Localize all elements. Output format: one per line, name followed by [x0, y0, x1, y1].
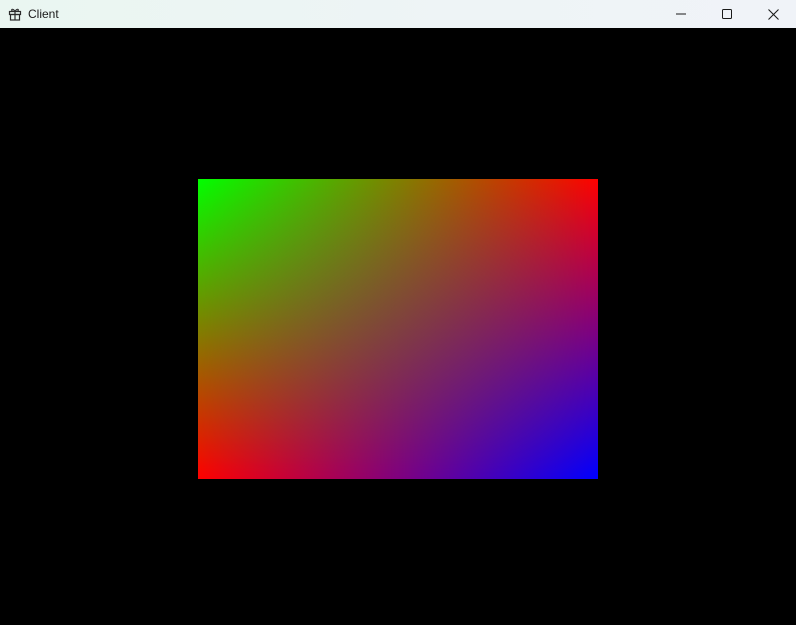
close-button[interactable]: [750, 0, 796, 28]
maximize-button[interactable]: [704, 0, 750, 28]
maximize-icon: [722, 9, 732, 19]
render-viewport[interactable]: [0, 28, 796, 625]
gradient-quad: [198, 179, 598, 479]
minimize-icon: [676, 13, 686, 15]
window-controls: [658, 0, 796, 28]
gift-app-icon: [7, 6, 23, 22]
minimize-button[interactable]: [658, 0, 704, 28]
app-window: Client: [0, 0, 796, 625]
gradient-quad-canvas: [198, 179, 598, 479]
close-icon: [767, 8, 779, 20]
window-title: Client: [28, 7, 59, 21]
quad-top-edge-gradient: [198, 179, 598, 479]
title-bar[interactable]: Client: [0, 0, 796, 28]
